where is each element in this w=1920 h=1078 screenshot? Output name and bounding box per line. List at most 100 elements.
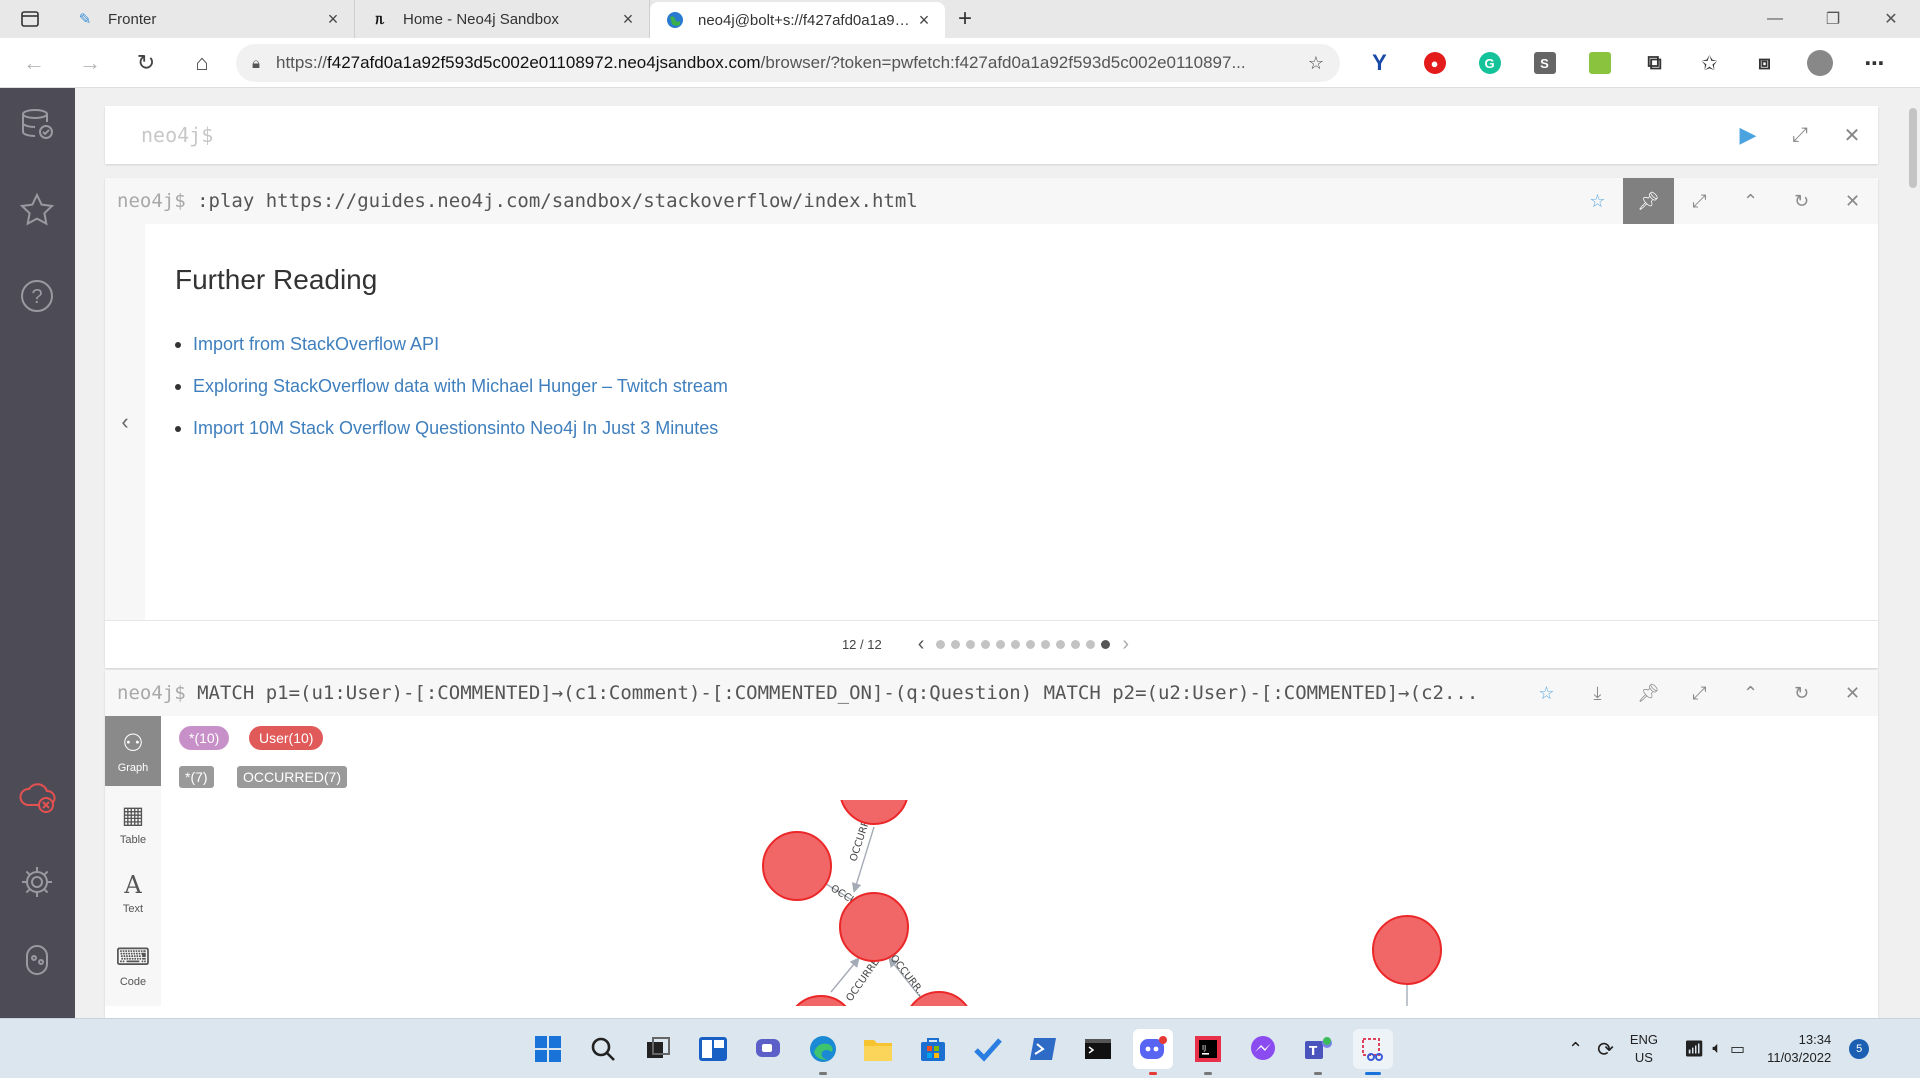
home-icon[interactable]: ⌂ — [174, 38, 230, 88]
notification-badge[interactable]: 5 — [1849, 1039, 1870, 1059]
previous-slide-button[interactable]: ‹ — [105, 224, 145, 620]
pin-icon[interactable]: 📌︎ — [1623, 178, 1674, 224]
close-frame-icon[interactable]: ✕ — [1827, 670, 1878, 716]
tab-table[interactable]: ▦ Table — [105, 788, 161, 858]
edge-browser-icon[interactable] — [803, 1029, 843, 1075]
frame-command[interactable]: neo4j$ MATCH p1=(u1:User)-[:COMMENTED]→(… — [117, 682, 1521, 704]
messenger-icon[interactable] — [1243, 1029, 1283, 1069]
rerun-icon[interactable]: ↻ — [1776, 178, 1827, 224]
fullscreen-icon[interactable]: ⤢ — [1674, 178, 1725, 224]
teams-icon[interactable]: T — [1298, 1029, 1338, 1075]
file-explorer-icon[interactable] — [858, 1029, 898, 1069]
graph-node[interactable] — [1372, 915, 1442, 985]
close-tab-icon[interactable]: × — [324, 9, 342, 30]
powershell-icon[interactable] — [1023, 1029, 1063, 1069]
slide-dot[interactable] — [1041, 640, 1051, 649]
sync-icon[interactable]: ⟳ — [1597, 1037, 1614, 1062]
rel-type-all[interactable]: *(7) — [179, 766, 214, 788]
restore-icon[interactable]: ❐ — [1804, 0, 1862, 38]
task-view-icon[interactable] — [638, 1029, 678, 1069]
scrollbar-thumb[interactable] — [1909, 108, 1917, 188]
graph-svg[interactable]: OCCURRED OCCURR... OCCURRED OCCURR... — [161, 800, 1878, 1006]
favorite-star-icon[interactable]: ☆ — [1572, 178, 1623, 224]
volume-icon[interactable]: 🔈︎ — [1712, 1040, 1722, 1058]
extension-y-icon[interactable]: Y — [1352, 38, 1407, 88]
download-icon[interactable]: ⤓ — [1572, 670, 1623, 716]
slide-dot[interactable] — [1071, 640, 1081, 649]
intellij-icon[interactable]: IJ — [1188, 1029, 1228, 1075]
tab-text[interactable]: A Text — [105, 858, 161, 928]
widgets-icon[interactable] — [693, 1029, 733, 1069]
show-hidden-icons-icon[interactable]: ⌃ — [1568, 1039, 1583, 1060]
minimize-icon[interactable]: — — [1746, 0, 1804, 38]
rel-type-occurred[interactable]: OCCURRED(7) — [237, 766, 347, 788]
run-query-button[interactable]: ▶ — [1722, 106, 1774, 164]
database-disconnected-icon[interactable] — [17, 776, 57, 816]
node-label-all[interactable]: *(10) — [179, 726, 230, 750]
profile-avatar[interactable] — [1792, 38, 1847, 88]
pin-icon[interactable]: 📌︎ — [1623, 670, 1674, 716]
clock[interactable]: 13:34 11/03/2022 — [1767, 1031, 1831, 1067]
slide-dot[interactable] — [1011, 640, 1021, 649]
graph-canvas[interactable]: OCCURRED OCCURR... OCCURRED OCCURR... — [161, 800, 1878, 1006]
slide-dot[interactable] — [1056, 640, 1066, 649]
search-icon[interactable] — [583, 1029, 623, 1069]
collections-icon[interactable]: ⧈ — [1737, 38, 1792, 88]
tab-graph[interactable]: ⚇ Graph — [105, 716, 161, 786]
slide-dot[interactable] — [1026, 640, 1036, 649]
todo-icon[interactable] — [968, 1029, 1008, 1069]
expand-editor-icon[interactable]: ⤢ — [1774, 106, 1826, 164]
tab-code[interactable]: ⌨ Code — [105, 930, 161, 1000]
close-frame-icon[interactable]: ✕ — [1827, 178, 1878, 224]
collapse-icon[interactable]: ⌃ — [1725, 178, 1776, 224]
browser-tab-neo4j-browser[interactable]: neo4j@bolt+s://f427afd0a1a92f5 × — [650, 2, 945, 38]
grammarly-icon[interactable]: G — [1462, 38, 1517, 88]
teams-chat-icon[interactable] — [748, 1029, 788, 1069]
extension-green-icon[interactable] — [1572, 38, 1627, 88]
slide-dot[interactable] — [996, 640, 1006, 649]
tab-actions-icon[interactable] — [0, 0, 60, 38]
microsoft-store-icon[interactable] — [913, 1029, 953, 1069]
collapse-icon[interactable]: ⌃ — [1725, 670, 1776, 716]
graph-node[interactable] — [840, 800, 908, 825]
next-slide-icon[interactable]: › — [1122, 633, 1129, 656]
extension-s-icon[interactable]: S — [1517, 38, 1572, 88]
node-label-user[interactable]: User(10) — [249, 726, 324, 750]
refresh-icon[interactable]: ↻ — [118, 38, 174, 88]
cypher-editor[interactable]: neo4j$ ▶ ⤢ ✕ — [105, 106, 1878, 164]
slide-dot[interactable] — [1101, 640, 1111, 649]
terminal-icon[interactable] — [1078, 1029, 1118, 1069]
frame-command[interactable]: neo4j$ :play https://guides.neo4j.com/sa… — [117, 190, 1572, 212]
prev-slide-icon[interactable]: ‹ — [918, 633, 925, 656]
graph-node[interactable] — [839, 892, 909, 962]
new-tab-button[interactable]: + — [945, 0, 985, 38]
lock-icon[interactable]: 🔒︎ — [252, 55, 260, 72]
rerun-icon[interactable]: ↻ — [1776, 670, 1827, 716]
fullscreen-icon[interactable]: ⤢ — [1674, 670, 1725, 716]
favorites-star-icon[interactable] — [17, 190, 57, 230]
link-import-stackoverflow-api[interactable]: Import from StackOverflow API — [175, 334, 728, 355]
help-icon[interactable]: ? — [17, 276, 57, 316]
close-window-icon[interactable]: ✕ — [1862, 0, 1920, 38]
settings-gear-icon[interactable] — [17, 862, 57, 902]
slide-dot[interactable] — [951, 640, 961, 649]
browser-tab-neo4j-sandbox[interactable]: ᥰ Home - Neo4j Sandbox × — [355, 0, 650, 38]
slide-dot[interactable] — [981, 640, 991, 649]
graph-node[interactable] — [762, 831, 832, 901]
favorite-star-icon[interactable]: ☆ — [1521, 670, 1572, 716]
database-icon[interactable] — [17, 104, 57, 144]
back-icon[interactable]: ← — [6, 38, 62, 88]
language-indicator[interactable]: ENG US — [1630, 1031, 1658, 1067]
settings-more-icon[interactable]: ⋯ — [1847, 38, 1902, 88]
clear-editor-icon[interactable]: ✕ — [1826, 106, 1878, 164]
battery-icon[interactable]: ▭ — [1730, 1039, 1745, 1059]
editor-prompt[interactable]: neo4j$ — [141, 123, 1722, 147]
wifi-icon[interactable]: 📶︎ — [1684, 1039, 1704, 1059]
page-scrollbar[interactable] — [1906, 88, 1920, 1018]
forward-icon[interactable]: → — [62, 38, 118, 88]
link-exploring-stackoverflow[interactable]: Exploring StackOverflow data with Michae… — [175, 376, 728, 397]
extension-red-icon[interactable]: ● — [1407, 38, 1462, 88]
extensions-puzzle-icon[interactable]: ⧉ — [1627, 38, 1682, 88]
slide-dot[interactable] — [1086, 640, 1096, 649]
address-bar[interactable]: 🔒︎ https://f427afd0a1a92f593d5c002e01108… — [236, 44, 1340, 82]
